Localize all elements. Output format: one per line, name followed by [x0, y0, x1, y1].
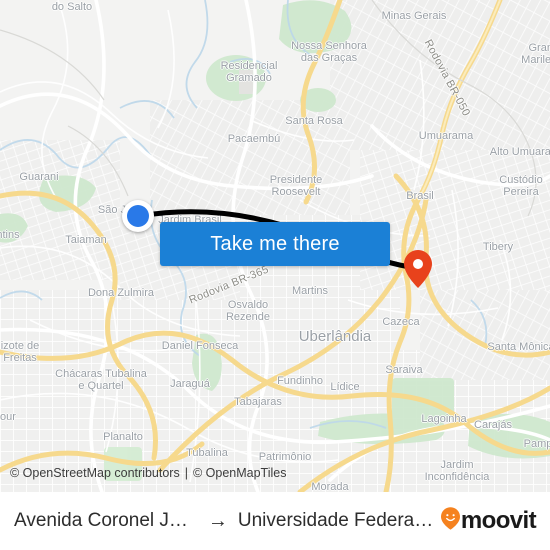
origin-marker-dot — [127, 205, 149, 227]
take-me-there-button[interactable]: Take me there — [160, 222, 390, 266]
openmaptiles-attribution-link[interactable]: © OpenMapTiles — [193, 466, 287, 480]
openstreetmap-attribution-link[interactable]: © OpenStreetMap contributors — [10, 466, 180, 480]
arrow-right-icon: → — [207, 510, 228, 532]
destination-pin[interactable] — [404, 250, 432, 288]
moovit-logo[interactable]: moovit — [440, 507, 537, 535]
map-canvas[interactable]: do Salto Residencial Gramado Nossa Senhora… — [0, 0, 550, 492]
footer-origin-label: Avenida Coronel José T... — [14, 510, 198, 531]
attribution-separator: | — [184, 466, 188, 480]
moovit-map-screen: do Salto Residencial Gramado Nossa Senhora… — [0, 0, 550, 550]
map-attribution: © OpenStreetMap contributors | © OpenMap… — [0, 462, 550, 484]
footer-destination-label: Universidade Federal De ... — [237, 510, 435, 531]
footer-route-summary: Avenida Coronel José T... → Universidade… — [14, 510, 435, 532]
moovit-wordmark: moovit — [460, 507, 537, 534]
moovit-pin-icon — [440, 507, 460, 535]
origin-marker[interactable] — [122, 200, 154, 232]
footer-bar: Avenida Coronel José T... → Universidade… — [0, 492, 550, 550]
